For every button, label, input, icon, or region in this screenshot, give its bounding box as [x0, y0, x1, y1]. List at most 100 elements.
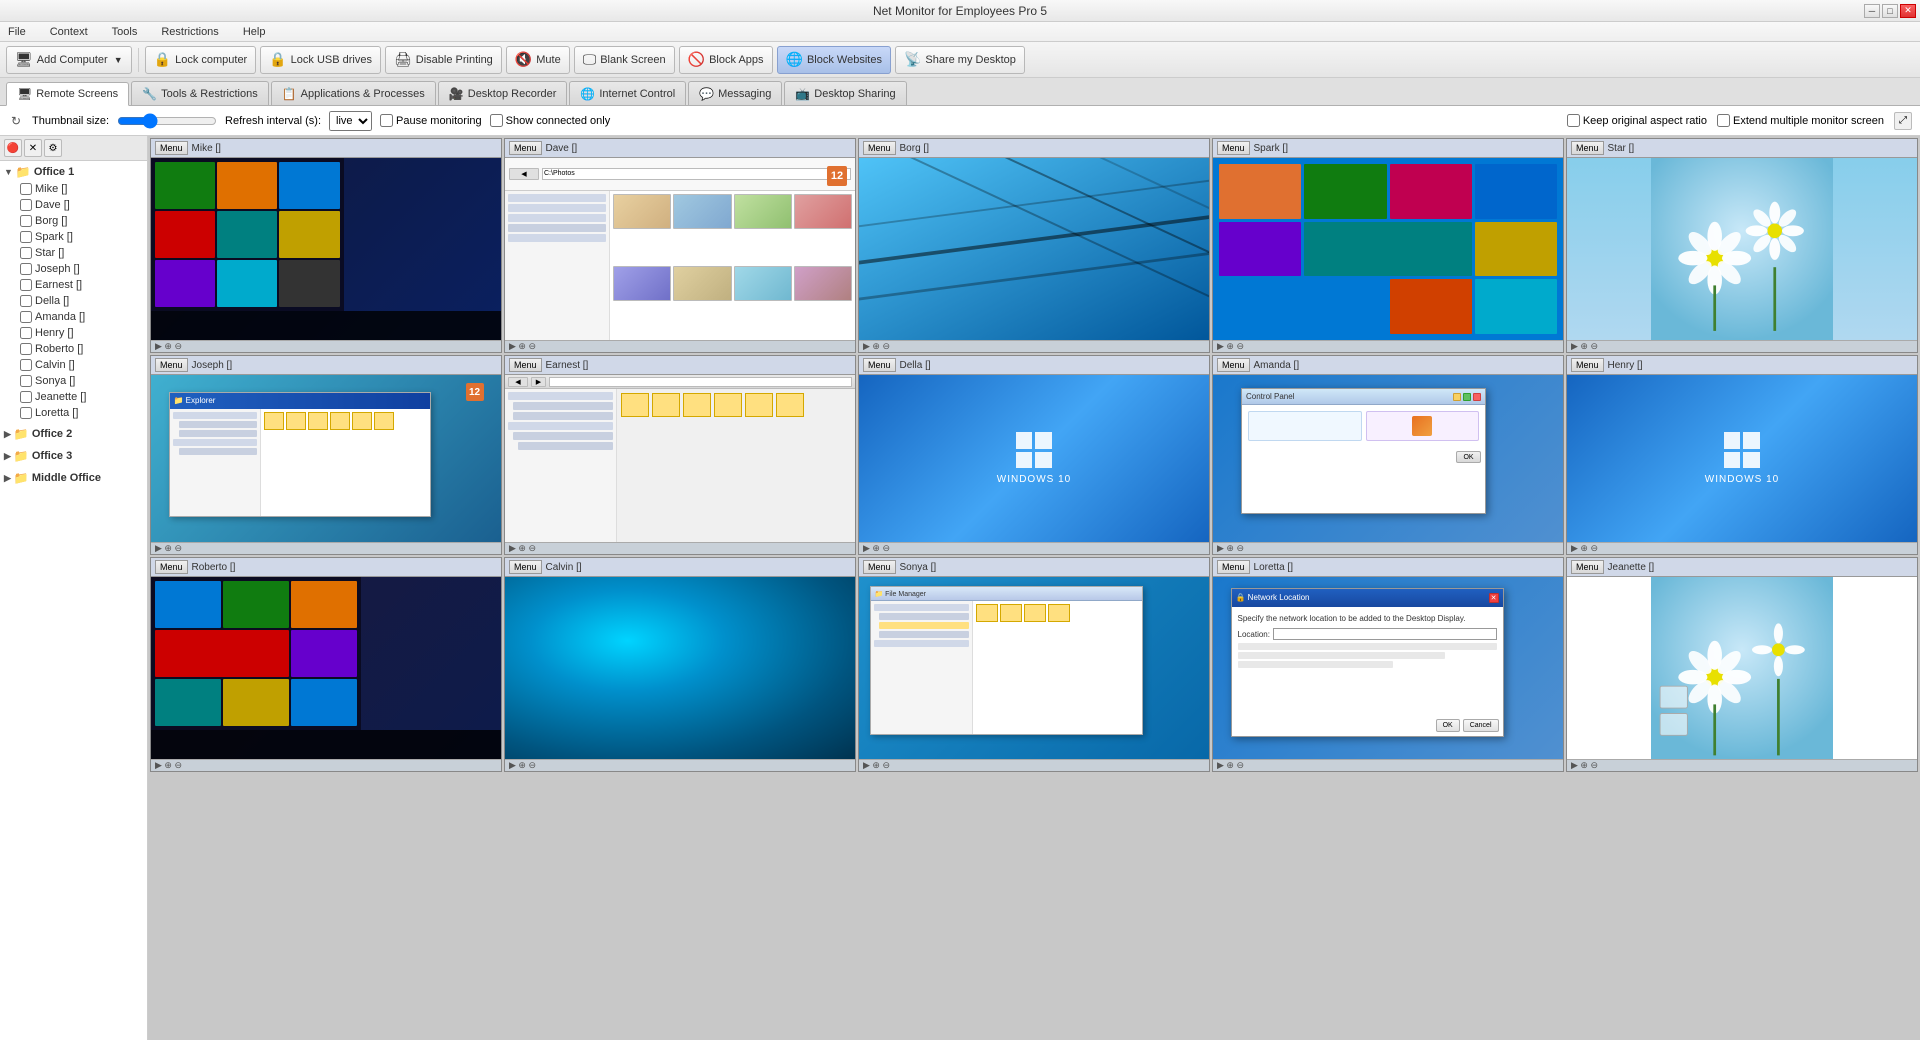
- sidebar-btn-1[interactable]: 🔴: [4, 139, 22, 157]
- checkbox-spark[interactable]: [20, 231, 32, 243]
- mute-button[interactable]: 🔇 Mute: [506, 46, 570, 74]
- close-button[interactable]: ✕: [1900, 4, 1916, 18]
- expand-grid-button[interactable]: ⤢: [1894, 112, 1912, 130]
- keep-aspect-checkbox-label[interactable]: Keep original aspect ratio: [1567, 114, 1707, 127]
- tree-item-mike[interactable]: Mike []: [0, 181, 147, 197]
- checkbox-sonya[interactable]: [20, 375, 32, 387]
- tree-item-sonya[interactable]: Sonya []: [0, 373, 147, 389]
- pause-monitoring-checkbox-label[interactable]: Pause monitoring: [380, 114, 482, 127]
- cell-menu-loretta[interactable]: Menu: [1217, 560, 1250, 574]
- cell-menu-sonya[interactable]: Menu: [863, 560, 896, 574]
- pause-monitoring-checkbox[interactable]: [380, 114, 393, 127]
- cell-menu-earnest[interactable]: Menu: [509, 358, 542, 372]
- maximize-button[interactable]: □: [1882, 4, 1898, 18]
- grid-cell-mike[interactable]: Menu Mike []: [150, 138, 502, 353]
- tab-applications-processes[interactable]: 📋 Applications & Processes: [271, 81, 436, 105]
- checkbox-della[interactable]: [20, 295, 32, 307]
- tree-group-office3-header[interactable]: ▶ 📁 Office 3: [0, 447, 147, 465]
- thumbnail-size-slider[interactable]: [117, 114, 217, 128]
- lock-usb-button[interactable]: 🔒 Lock USB drives: [260, 46, 381, 74]
- tree-item-jeanette[interactable]: Jeanette []: [0, 389, 147, 405]
- checkbox-jeanette[interactable]: [20, 391, 32, 403]
- block-websites-button[interactable]: 🌐 Block Websites: [777, 46, 891, 74]
- checkbox-borg[interactable]: [20, 215, 32, 227]
- grid-cell-calvin[interactable]: Menu Calvin [] ▶ ⊕ ⊖: [504, 557, 856, 772]
- keep-aspect-checkbox[interactable]: [1567, 114, 1580, 127]
- tree-item-loretta[interactable]: Loretta []: [0, 405, 147, 421]
- checkbox-amanda[interactable]: [20, 311, 32, 323]
- checkbox-star[interactable]: [20, 247, 32, 259]
- extend-monitor-checkbox[interactable]: [1717, 114, 1730, 127]
- cell-menu-jeanette[interactable]: Menu: [1571, 560, 1604, 574]
- tree-item-earnest[interactable]: Earnest []: [0, 277, 147, 293]
- checkbox-henry[interactable]: [20, 327, 32, 339]
- checkbox-earnest[interactable]: [20, 279, 32, 291]
- tree-item-calvin[interactable]: Calvin []: [0, 357, 147, 373]
- grid-cell-star[interactable]: Menu Star []: [1566, 138, 1918, 353]
- tab-remote-screens[interactable]: 🖥 Remote Screens: [6, 82, 129, 106]
- checkbox-dave[interactable]: [20, 199, 32, 211]
- menu-tools[interactable]: Tools: [108, 24, 142, 40]
- disable-printing-button[interactable]: 🖨 Disable Printing: [385, 46, 502, 74]
- cell-menu-borg[interactable]: Menu: [863, 141, 896, 155]
- grid-cell-henry[interactable]: Menu Henry [] WINDOWS 10: [1566, 355, 1918, 555]
- lock-computer-button[interactable]: 🔒 Lock computer: [145, 46, 257, 74]
- grid-cell-borg[interactable]: Menu Borg []: [858, 138, 1210, 353]
- tree-group-middle-office-header[interactable]: ▶ 📁 Middle Office: [0, 469, 147, 487]
- menu-restrictions[interactable]: Restrictions: [157, 24, 222, 40]
- tree-item-joseph[interactable]: Joseph []: [0, 261, 147, 277]
- grid-cell-earnest[interactable]: Menu Earnest [] ◀ ▶: [504, 355, 856, 555]
- sidebar-btn-settings[interactable]: ⚙: [44, 139, 62, 157]
- show-connected-checkbox[interactable]: [490, 114, 503, 127]
- grid-cell-dave[interactable]: Menu Dave [] ◀ C:\Photos: [504, 138, 856, 353]
- tree-item-della[interactable]: Della []: [0, 293, 147, 309]
- cell-menu-dave[interactable]: Menu: [509, 141, 542, 155]
- cell-menu-della[interactable]: Menu: [863, 358, 896, 372]
- tree-item-henry[interactable]: Henry []: [0, 325, 147, 341]
- tree-item-amanda[interactable]: Amanda []: [0, 309, 147, 325]
- blank-screen-button[interactable]: 🖵 Blank Screen: [574, 46, 675, 74]
- menu-help[interactable]: Help: [239, 24, 270, 40]
- tree-item-star[interactable]: Star []: [0, 245, 147, 261]
- tree-item-spark[interactable]: Spark []: [0, 229, 147, 245]
- cell-menu-calvin[interactable]: Menu: [509, 560, 542, 574]
- grid-cell-sonya[interactable]: Menu Sonya [] 📁 File Manager: [858, 557, 1210, 772]
- sidebar-btn-2[interactable]: ✕: [24, 139, 42, 157]
- checkbox-mike[interactable]: [20, 183, 32, 195]
- tab-messaging[interactable]: 💬 Messaging: [688, 81, 782, 105]
- tree-item-roberto[interactable]: Roberto []: [0, 341, 147, 357]
- cell-menu-roberto[interactable]: Menu: [155, 560, 188, 574]
- show-connected-checkbox-label[interactable]: Show connected only: [490, 114, 611, 127]
- grid-cell-spark[interactable]: Menu Spark []: [1212, 138, 1564, 353]
- refresh-button[interactable]: ↻: [8, 113, 24, 129]
- tab-tools-restrictions[interactable]: 🔧 Tools & Restrictions: [131, 81, 269, 105]
- grid-cell-della[interactable]: Menu Della [] WINDOWS 10: [858, 355, 1210, 555]
- cell-menu-spark[interactable]: Menu: [1217, 141, 1250, 155]
- menu-file[interactable]: File: [4, 24, 30, 40]
- grid-cell-roberto[interactable]: Menu Roberto []: [150, 557, 502, 772]
- grid-cell-joseph[interactable]: Menu Joseph [] 📁 Explorer: [150, 355, 502, 555]
- checkbox-calvin[interactable]: [20, 359, 32, 371]
- checkbox-joseph[interactable]: [20, 263, 32, 275]
- cell-menu-joseph[interactable]: Menu: [155, 358, 188, 372]
- add-computer-button[interactable]: 🖥 Add Computer ▼: [6, 46, 132, 74]
- cell-menu-star[interactable]: Menu: [1571, 141, 1604, 155]
- cell-menu-henry[interactable]: Menu: [1571, 358, 1604, 372]
- extend-monitor-checkbox-label[interactable]: Extend multiple monitor screen: [1717, 114, 1884, 127]
- tab-internet-control[interactable]: 🌐 Internet Control: [569, 81, 686, 105]
- tab-desktop-sharing[interactable]: 📺 Desktop Sharing: [784, 81, 906, 105]
- tab-desktop-recorder[interactable]: 🎥 Desktop Recorder: [438, 81, 568, 105]
- cell-menu-mike[interactable]: Menu: [155, 141, 188, 155]
- tree-item-borg[interactable]: Borg []: [0, 213, 147, 229]
- share-desktop-button[interactable]: 📡 Share my Desktop: [895, 46, 1025, 74]
- checkbox-roberto[interactable]: [20, 343, 32, 355]
- refresh-interval-select[interactable]: live 1 2 5 10: [329, 111, 372, 131]
- minimize-button[interactable]: ─: [1864, 4, 1880, 18]
- cell-menu-amanda[interactable]: Menu: [1217, 358, 1250, 372]
- block-apps-button[interactable]: 🚫 Block Apps: [679, 46, 773, 74]
- tree-group-office2-header[interactable]: ▶ 📁 Office 2: [0, 425, 147, 443]
- grid-cell-loretta[interactable]: Menu Loretta [] 🔒 Network Location ✕: [1212, 557, 1564, 772]
- tree-item-dave[interactable]: Dave []: [0, 197, 147, 213]
- grid-cell-amanda[interactable]: Menu Amanda [] Control Panel: [1212, 355, 1564, 555]
- grid-cell-jeanette[interactable]: Menu Jeanette []: [1566, 557, 1918, 772]
